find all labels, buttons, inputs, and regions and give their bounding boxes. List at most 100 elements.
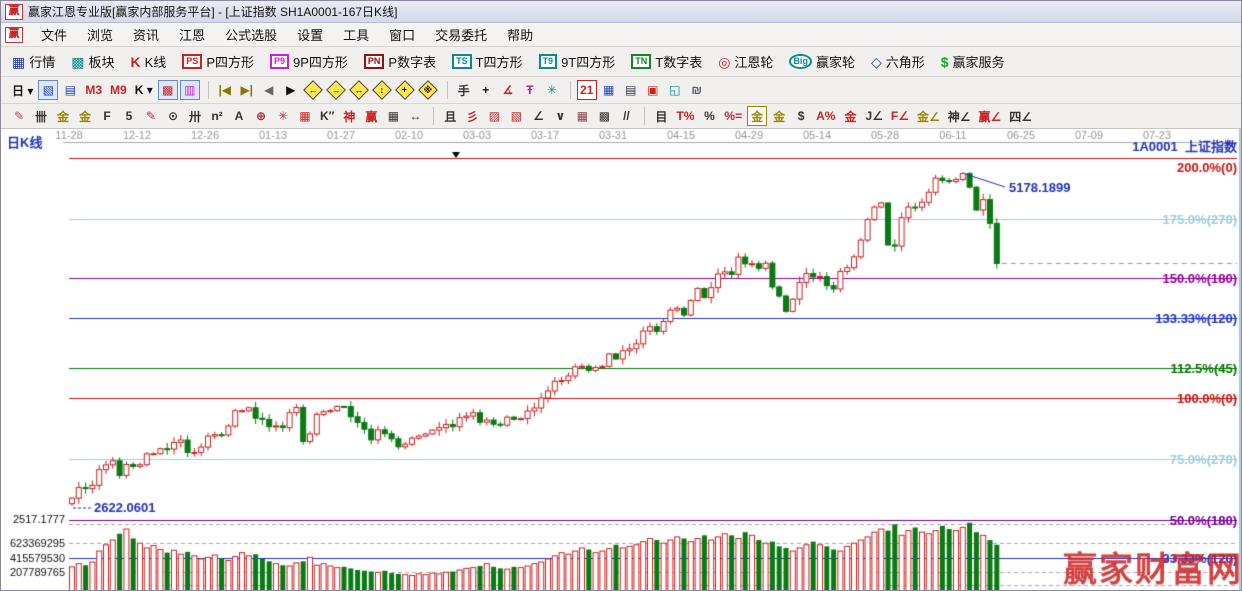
toolbar-button-kline[interactable]: KK线 — [128, 50, 170, 73]
next-bar-icon[interactable]: ▶ — [281, 80, 301, 100]
grid-123-icon[interactable]: ▦ — [383, 106, 403, 126]
angle-measure-tool-icon[interactable]: ∡ — [498, 80, 518, 100]
percent-lines-icon[interactable]: %= — [721, 106, 745, 126]
zoom-vertical-icon[interactable]: ↕ — [372, 80, 392, 100]
flag-pen-icon[interactable]: ✎ — [141, 106, 161, 126]
si-angle-icon[interactable]: 四∠ — [1006, 106, 1035, 126]
fit-all-icon[interactable]: ※ — [418, 80, 438, 100]
k-quote-icon[interactable]: K″ — [317, 106, 337, 126]
t-percent-icon[interactable]: T% — [673, 106, 697, 126]
menu-item-3[interactable]: 江恩 — [169, 22, 215, 47]
first-bar-icon[interactable]: |◀ — [215, 80, 235, 100]
calculator-icon[interactable]: ▦ — [599, 80, 619, 100]
toolbar-button-t-digit-table[interactable]: TNT数字表 — [628, 50, 705, 73]
volume-style-icon[interactable]: ▥ — [180, 80, 200, 100]
gann-man-tool-icon[interactable]: Ŧ — [520, 80, 540, 100]
period-day-dropdown-icon[interactable]: 日 ▾ — [9, 80, 36, 100]
9p-square-icon: P9 — [270, 54, 289, 69]
winner-service-icon: $ — [941, 54, 949, 70]
prev-bar-icon[interactable]: ◀ — [259, 80, 279, 100]
toolbar-button-t-square[interactable]: TST四方形 — [449, 50, 525, 73]
candle-style-dropdown-icon[interactable]: K ▾ — [132, 80, 156, 100]
menu-item-6[interactable]: 工具 — [333, 22, 379, 47]
move-left-icon[interactable]: ← — [303, 80, 323, 100]
menu-item-5[interactable]: 设置 — [287, 22, 333, 47]
gann-wheel-label: 江恩轮 — [734, 52, 773, 71]
dollar-pen-icon[interactable]: $ — [791, 106, 811, 126]
ying-tool-icon[interactable]: 赢 — [361, 106, 381, 126]
compass-circle-icon[interactable]: ⊕ — [251, 106, 271, 126]
draw-pen-icon[interactable]: ✎ — [9, 106, 29, 126]
toolbar-button-quotes[interactable]: ▦行情 — [9, 50, 58, 73]
zoom-horizontal-icon[interactable]: ↔ — [349, 80, 369, 100]
time-cycle-clock-icon[interactable]: ⊙ — [163, 106, 183, 126]
menu-item-2[interactable]: 资讯 — [123, 22, 169, 47]
parallel-lines-icon[interactable]: // — [616, 106, 636, 126]
hand-tool-icon[interactable]: 手 — [454, 80, 474, 100]
gold-grid-1-icon[interactable]: 金 — [53, 106, 73, 126]
expand-all-icon[interactable]: + — [395, 80, 415, 100]
pan-select-mode-icon[interactable]: ▧ — [38, 80, 58, 100]
gann-fan-icon[interactable]: 彡 — [462, 106, 482, 126]
calendar-icon[interactable]: 21 — [577, 80, 597, 100]
v-lines-icon[interactable]: ∨ — [550, 106, 570, 126]
last-bar-icon[interactable]: ▶| — [237, 80, 257, 100]
toolbar-button-hexagon[interactable]: ◇六角形 — [868, 50, 928, 73]
toolbar-button-gann-wheel[interactable]: ◎江恩轮 — [715, 50, 776, 73]
grid-box-2-icon[interactable]: ▦ — [572, 106, 592, 126]
kline-chart-canvas[interactable] — [1, 129, 1242, 591]
gong-tool-icon[interactable]: 且 — [440, 106, 460, 126]
percent-table-icon[interactable]: 目 — [651, 106, 671, 126]
width-measure-icon[interactable]: ↔ — [405, 106, 425, 126]
gold-lines-icon[interactable]: 金 — [769, 106, 789, 126]
ma-3-icon[interactable]: M3 — [82, 80, 105, 100]
menu-item-8[interactable]: 交易委托 — [425, 22, 497, 47]
toolbar-button-9t-square[interactable]: T99T四方形 — [536, 50, 619, 73]
plain-grid-icon[interactable]: 卅 — [185, 106, 205, 126]
toolbar-button-9p-square[interactable]: P99P四方形 — [267, 50, 351, 73]
shen-angle-icon[interactable]: 神∠ — [945, 106, 974, 126]
f-angle-icon[interactable]: F∠ — [888, 106, 912, 126]
n-square-icon[interactable]: n² — [207, 106, 227, 126]
red-grid-box-icon[interactable]: ▦ — [295, 106, 315, 126]
menu-item-0[interactable]: 文件 — [31, 22, 77, 47]
toolbar-button-p-square[interactable]: PSP四方形 — [179, 50, 257, 73]
move-right-icon[interactable]: → — [326, 80, 346, 100]
grid-box-3-icon[interactable]: ▩ — [594, 106, 614, 126]
menu-item-7[interactable]: 窗口 — [379, 22, 425, 47]
info-panel-icon[interactable]: ▤ — [60, 80, 80, 100]
toolbar-button-sectors[interactable]: ▩板块 — [68, 50, 117, 73]
toolbar-button-p-digit-table[interactable]: PNP数字表 — [361, 50, 439, 73]
angle-lines-icon[interactable]: ∠ — [528, 106, 548, 126]
menu-item-9[interactable]: 帮助 — [497, 22, 543, 47]
pattern-box-icon[interactable]: ▩ — [158, 80, 178, 100]
crosshair-tool-icon[interactable]: + — [476, 80, 496, 100]
a-percent-icon[interactable]: A% — [813, 106, 838, 126]
star-circle-icon[interactable]: ✳ — [273, 106, 293, 126]
box-fan-1-icon[interactable]: ▨ — [484, 106, 504, 126]
j-angle-icon[interactable]: J∠ — [862, 106, 885, 126]
ying-angle-icon[interactable]: 赢∠ — [976, 106, 1005, 126]
ma-9-icon[interactable]: M9 — [107, 80, 130, 100]
notes-icon[interactable]: ▤ — [621, 80, 641, 100]
network-pc-icon[interactable]: ◱ — [665, 80, 685, 100]
gold-circle-icon[interactable]: 金 — [747, 106, 767, 126]
toolbar-button-winner-service[interactable]: $赢家服务 — [938, 50, 1008, 73]
gold-angle-icon[interactable]: 金∠ — [914, 106, 943, 126]
percent-icon[interactable]: % — [699, 106, 719, 126]
save-icon[interactable]: ▣ — [643, 80, 663, 100]
print-icon[interactable]: ₪ — [687, 80, 707, 100]
9t-square-icon: T9 — [539, 54, 558, 69]
gann-grid-1-icon[interactable]: 卌 — [31, 106, 51, 126]
box-fan-2-icon[interactable]: ▧ — [506, 106, 526, 126]
gold-grid-2-icon[interactable]: 金 — [75, 106, 95, 126]
gold-underline-icon[interactable]: 金 — [840, 106, 860, 126]
spiral-5-icon[interactable]: 5 — [119, 106, 139, 126]
shen-tool-icon[interactable]: 神 — [339, 106, 359, 126]
f-grid-icon[interactable]: F — [97, 106, 117, 126]
menu-item-1[interactable]: 浏览 — [77, 22, 123, 47]
toolbar-button-winner-wheel[interactable]: Big赢家轮 — [786, 50, 858, 73]
smart-analyse-tool-icon[interactable]: ✳ — [542, 80, 562, 100]
a-mirror-icon[interactable]: A — [229, 106, 249, 126]
menu-item-4[interactable]: 公式选股 — [215, 22, 287, 47]
